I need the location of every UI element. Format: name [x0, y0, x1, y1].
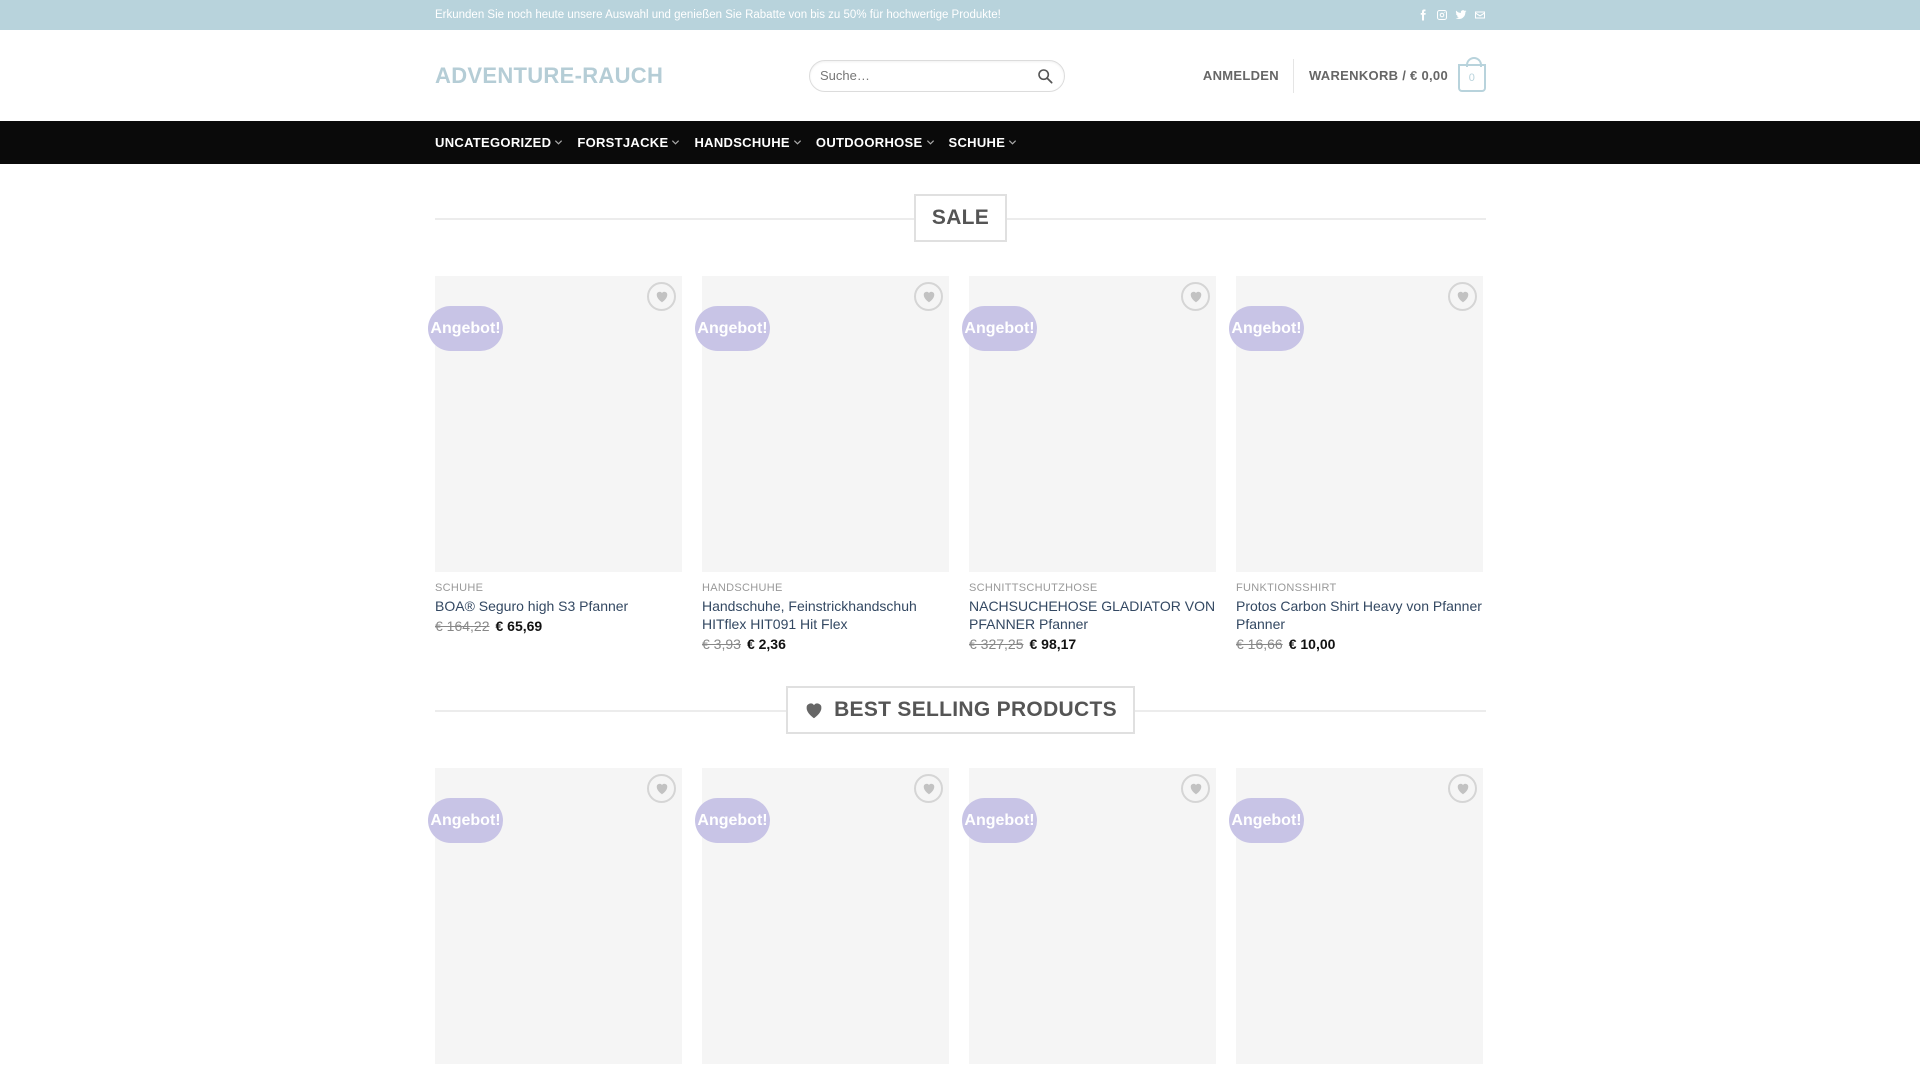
search-box: [809, 59, 1065, 92]
product-price: € 327,25 € 98,17: [969, 636, 1216, 652]
nav-label: FORSTJACKE: [577, 135, 669, 150]
nav-label: SCHUHE: [948, 135, 1006, 150]
product-card[interactable]: Angebot!: [695, 768, 949, 1064]
chevron-down-icon: [926, 138, 935, 147]
promo-text: Erkunden Sie noch heute unsere Auswahl u…: [435, 9, 1001, 21]
twitter-icon[interactable]: [1455, 9, 1467, 21]
site-header: ADVENTURE-RAUCH ANMELDEN WARENKORB / € 0…: [0, 30, 1920, 121]
sale-badge: Angebot!: [695, 306, 770, 351]
cart-label: WARENKORB / € 0,00: [1308, 68, 1448, 83]
nav-item-uncategorized[interactable]: UNCATEGORIZED: [435, 135, 563, 150]
product-image[interactable]: Angebot!: [1229, 768, 1483, 1064]
old-price: € 327,25: [969, 636, 1024, 652]
nav-item-forstjacke[interactable]: FORSTJACKE: [577, 135, 680, 150]
new-price: € 65,69: [495, 618, 543, 634]
best-selling-section: BEST SELLING PRODUCTS Angebot! Angebot! …: [428, 686, 1486, 1064]
product-card[interactable]: Angebot! FUNKTIONSSHIRT Protos Carbon Sh…: [1229, 276, 1483, 652]
sale-badge: Angebot!: [428, 798, 503, 843]
product-category[interactable]: FUNKTIONSSHIRT: [1236, 582, 1483, 594]
instagram-icon[interactable]: [1436, 9, 1448, 21]
product-price: € 164,22 € 65,69: [435, 618, 682, 634]
product-card[interactable]: Angebot! SCHUHE BOA® Seguro high S3 Pfan…: [428, 276, 682, 652]
header-account: ANMELDEN WARENKORB / € 0,00 0: [1203, 56, 1486, 93]
product-image[interactable]: Angebot!: [695, 768, 949, 1064]
new-price: € 2,36: [746, 636, 786, 652]
product-category[interactable]: SCHNITTSCHUTZHOSE: [969, 582, 1216, 594]
product-image[interactable]: Angebot!: [1229, 276, 1483, 572]
product-card[interactable]: Angebot!: [1229, 768, 1483, 1064]
nav-item-handschuhe[interactable]: HANDSCHUHE: [694, 135, 801, 150]
wishlist-heart-icon[interactable]: [914, 282, 943, 311]
top-bar: Erkunden Sie noch heute unsere Auswahl u…: [0, 0, 1920, 30]
product-card[interactable]: Angebot!: [428, 768, 682, 1064]
product-price: € 3,93 € 2,36: [702, 636, 949, 652]
product-name[interactable]: Protos Carbon Shirt Heavy von Pfanner Pf…: [1236, 597, 1483, 633]
nav-label: UNCATEGORIZED: [435, 135, 552, 150]
product-category[interactable]: HANDSCHUHE: [702, 582, 949, 594]
product-image[interactable]: Angebot!: [428, 768, 682, 1064]
best-selling-title-box: BEST SELLING PRODUCTS: [786, 686, 1135, 734]
best-selling-products: Angebot! Angebot! Angebot! Angebot!: [428, 768, 1486, 1064]
facebook-icon[interactable]: [1417, 9, 1429, 21]
heart-icon: [804, 701, 824, 719]
product-name[interactable]: BOA® Seguro high S3 Pfanner: [435, 597, 682, 615]
new-price: € 98,17: [1029, 636, 1077, 652]
chevron-down-icon: [793, 138, 802, 147]
product-image[interactable]: Angebot!: [428, 276, 682, 572]
nav-item-outdoorhose[interactable]: OUTDOORHOSE: [816, 135, 935, 150]
sale-title-box: SALE: [913, 194, 1008, 242]
cart-count-icon[interactable]: 0: [1458, 56, 1486, 92]
sale-badge: Angebot!: [695, 798, 770, 843]
best-selling-title: BEST SELLING PRODUCTS: [834, 698, 1117, 721]
product-card[interactable]: Angebot! HANDSCHUHE Handschuhe, Feinstri…: [695, 276, 949, 652]
search-icon[interactable]: [1036, 67, 1054, 85]
product-category[interactable]: SCHUHE: [435, 582, 682, 594]
sale-badge: Angebot!: [1229, 798, 1304, 843]
sale-badge: Angebot!: [962, 306, 1037, 351]
product-image[interactable]: Angebot!: [695, 276, 949, 572]
login-link[interactable]: ANMELDEN: [1203, 58, 1294, 93]
wishlist-heart-icon[interactable]: [1181, 282, 1210, 311]
best-selling-heading: BEST SELLING PRODUCTS: [435, 686, 1486, 734]
cart-link[interactable]: WARENKORB / € 0,00 0: [1294, 56, 1486, 92]
sale-badge: Angebot!: [428, 306, 503, 351]
product-name[interactable]: Handschuhe, Feinstrickhandschuh HITflex …: [702, 597, 949, 633]
new-price: € 10,00: [1288, 636, 1336, 652]
wishlist-heart-icon[interactable]: [914, 774, 943, 803]
sale-section: SALE Angebot! SCHUHE BOA® Seguro high S3…: [428, 194, 1486, 652]
old-price: € 16,66: [1236, 636, 1283, 652]
sale-products: Angebot! SCHUHE BOA® Seguro high S3 Pfan…: [428, 276, 1486, 652]
wishlist-heart-icon[interactable]: [1448, 774, 1477, 803]
nav-item-schuhe[interactable]: SCHUHE: [949, 135, 1018, 150]
sale-badge: Angebot!: [962, 798, 1037, 843]
nav-label: HANDSCHUHE: [694, 135, 790, 150]
main-nav: UNCATEGORIZED FORSTJACKE HANDSCHUHE OUTD…: [0, 121, 1920, 164]
product-name[interactable]: NACHSUCHEHOSE GLADIATOR VON PFANNER Pfan…: [969, 597, 1216, 633]
sale-badge: Angebot!: [1229, 306, 1304, 351]
product-card[interactable]: Angebot!: [962, 768, 1216, 1064]
wishlist-heart-icon[interactable]: [647, 774, 676, 803]
product-image[interactable]: Angebot!: [962, 768, 1216, 1064]
chevron-down-icon: [671, 138, 680, 147]
chevron-down-icon: [554, 138, 563, 147]
search-input[interactable]: [820, 68, 1036, 83]
product-card[interactable]: Angebot! SCHNITTSCHUTZHOSE NACHSUCHEHOSE…: [962, 276, 1216, 652]
sale-heading: SALE: [435, 194, 1486, 242]
wishlist-heart-icon[interactable]: [1181, 774, 1210, 803]
old-price: € 164,22: [435, 618, 490, 634]
site-logo[interactable]: ADVENTURE-RAUCH: [435, 63, 809, 89]
wishlist-heart-icon[interactable]: [647, 282, 676, 311]
product-image[interactable]: Angebot!: [962, 276, 1216, 572]
nav-label: OUTDOORHOSE: [815, 135, 923, 150]
wishlist-heart-icon[interactable]: [1448, 282, 1477, 311]
old-price: € 3,93: [702, 636, 741, 652]
chevron-down-icon: [1008, 138, 1017, 147]
email-icon[interactable]: [1474, 9, 1486, 21]
product-price: € 16,66 € 10,00: [1236, 636, 1483, 652]
sale-title: SALE: [931, 206, 990, 229]
social-links: [1417, 9, 1486, 21]
